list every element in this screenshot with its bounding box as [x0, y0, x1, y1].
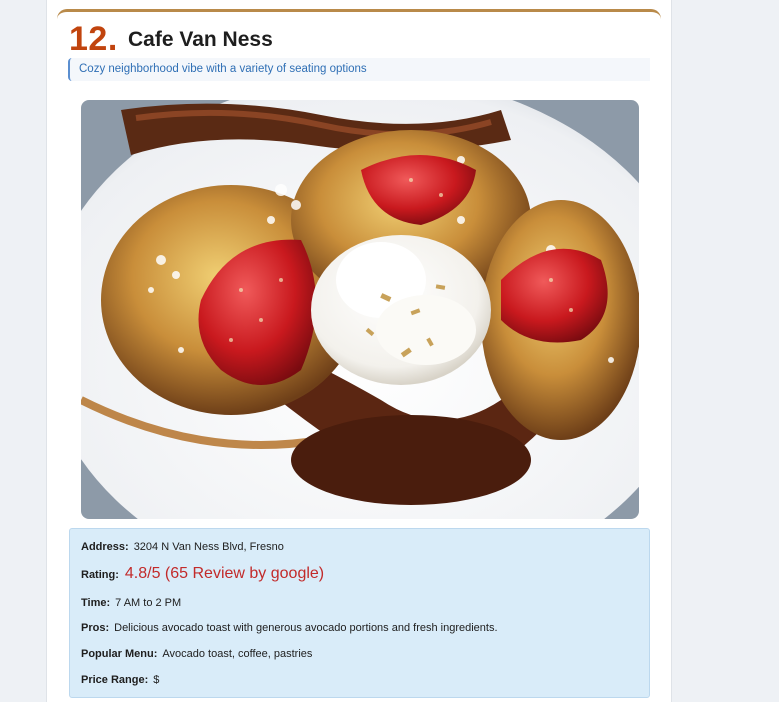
- listing-photo[interactable]: [81, 100, 639, 519]
- address-label: Address:: [81, 541, 129, 553]
- address-value: 3204 N Van Ness Blvd, Fresno: [133, 541, 284, 553]
- price-range-label: Price Range:: [81, 674, 149, 686]
- listing-details-panel: Address: 3204 N Van Ness Blvd, Fresno Rat…: [69, 528, 650, 698]
- rating-label: Rating:: [81, 569, 119, 581]
- pros-value: Delicious avocado toast with generous av…: [114, 622, 498, 634]
- pros-row: Pros: Delicious avocado toast with genero…: [81, 622, 498, 634]
- popular-menu-value: Avocado toast, coffee, pastries: [162, 648, 313, 660]
- popular-menu-row: Popular Menu: Avocado toast, coffee, past…: [81, 648, 312, 660]
- listing-tagline: Cozy neighborhood vibe with a variety of…: [68, 58, 650, 81]
- popular-menu-label: Popular Menu:: [81, 648, 158, 660]
- rating-value: 4.8/5 (65 Review by google): [124, 565, 325, 582]
- price-range-row: Price Range: $: [81, 674, 159, 686]
- rating-row: Rating: 4.8/5 (65 Review by google): [81, 565, 324, 583]
- listing-title: Cafe Van Ness: [128, 28, 273, 51]
- pros-label: Pros:: [81, 622, 110, 634]
- hours-label: Time:: [81, 597, 111, 609]
- hours-row: Time: 7 AM to 2 PM: [81, 597, 181, 609]
- address-row: Address: 3204 N Van Ness Blvd, Fresno: [81, 541, 284, 553]
- price-range-value: $: [153, 674, 160, 686]
- hours-value: 7 AM to 2 PM: [115, 597, 182, 609]
- food-photo-illustration: [81, 100, 639, 519]
- listing-rank: 12.: [69, 20, 118, 58]
